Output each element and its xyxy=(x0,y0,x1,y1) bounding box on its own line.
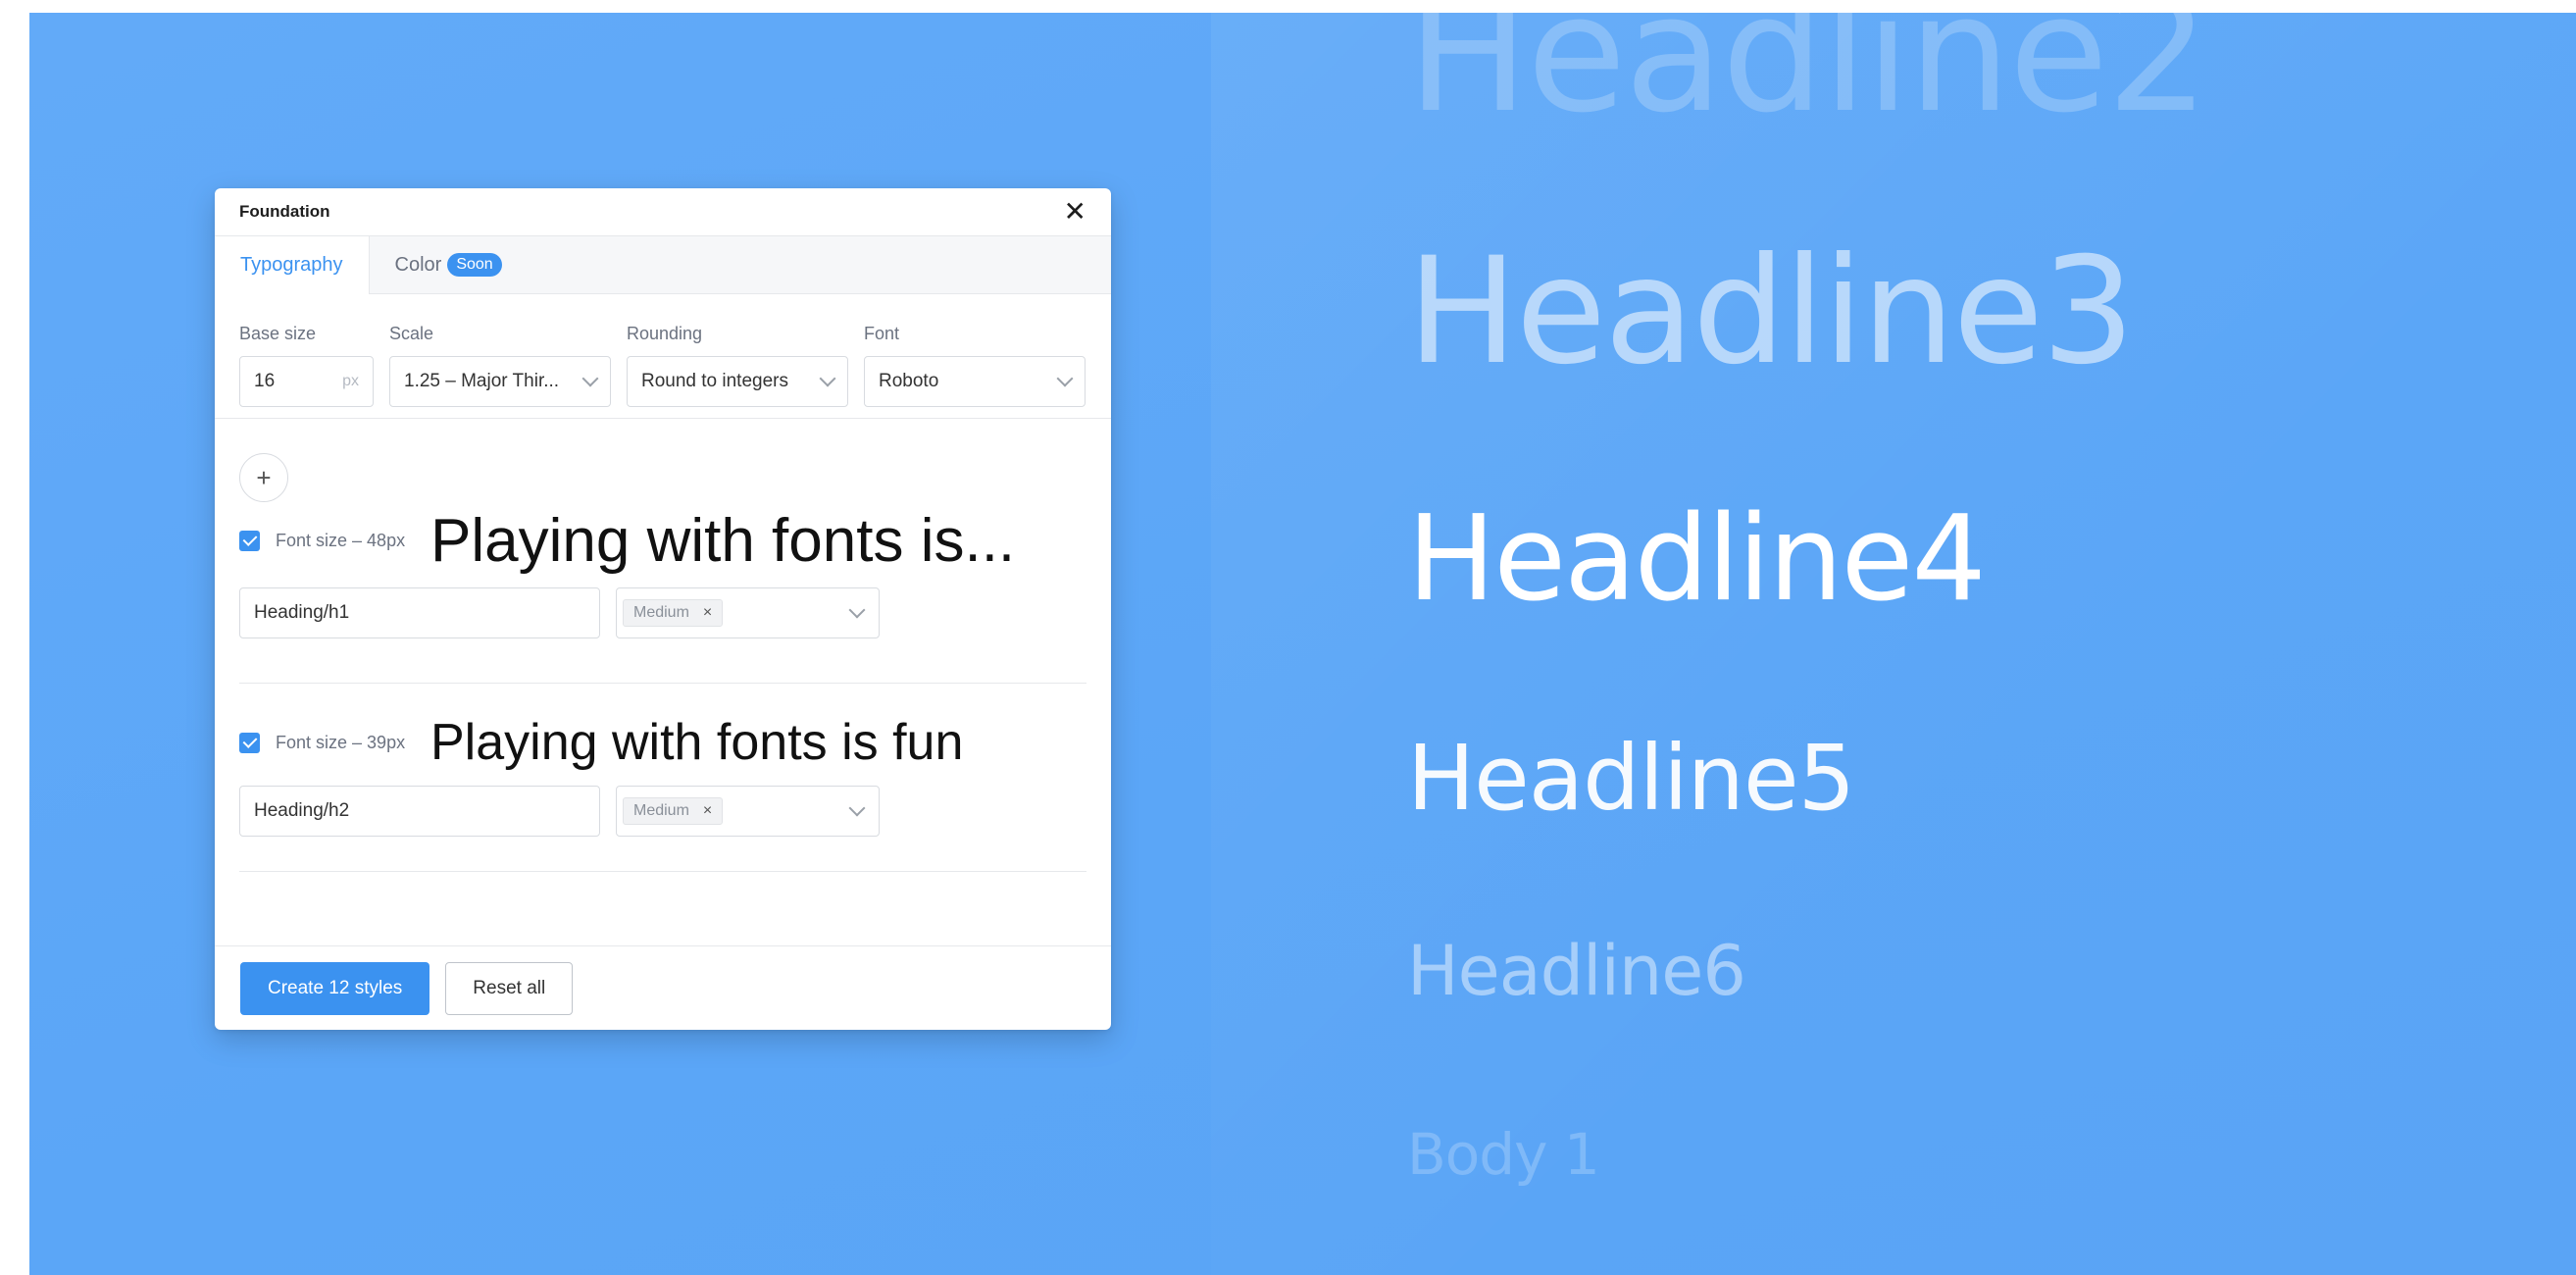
base-size-field: Base size 16 px xyxy=(239,324,374,418)
chevron-down-icon xyxy=(1056,370,1074,387)
foundation-panel: Foundation ✕ Typography Color Soon Base … xyxy=(215,188,1111,1030)
check-icon xyxy=(242,734,257,748)
rounding-label: Rounding xyxy=(627,324,703,343)
chevron-down-icon xyxy=(848,601,866,619)
base-size-unit: px xyxy=(342,373,359,389)
tab-color-label: Color xyxy=(394,253,442,276)
style-row: Font size – 48px Playing with fonts is..… xyxy=(239,505,1086,684)
font-weight-select[interactable]: Medium × xyxy=(616,587,880,638)
soon-badge: Soon xyxy=(447,253,502,277)
chevron-down-icon xyxy=(848,799,866,817)
tab-typography-label: Typography xyxy=(240,254,343,276)
tab-color[interactable]: Color Soon xyxy=(370,236,528,293)
plus-icon: + xyxy=(256,462,272,492)
panel-titlebar: Foundation ✕ xyxy=(215,188,1111,236)
style-row-header: Font size – 39px Playing with fonts is f… xyxy=(239,707,1086,778)
styles-list: + Font size – 48px Playing with fonts is… xyxy=(215,453,1111,872)
font-size-label: Font size – 48px xyxy=(276,530,406,550)
chevron-down-icon xyxy=(581,370,599,387)
create-styles-button[interactable]: Create 12 styles xyxy=(240,961,430,1015)
preview-body1: Body 1 xyxy=(1407,1121,1600,1188)
preview-area xyxy=(1211,13,2576,1275)
reset-all-button[interactable]: Reset all xyxy=(445,961,574,1015)
weight-tag: Medium × xyxy=(623,599,724,627)
scale-select[interactable]: 1.25 – Major Thir... xyxy=(389,356,611,407)
chevron-down-icon xyxy=(819,370,836,387)
style-row-inputs: Medium × xyxy=(239,786,1086,837)
base-size-label: Base size xyxy=(239,324,317,343)
remove-tag-icon[interactable]: × xyxy=(703,802,712,820)
style-name-input[interactable] xyxy=(239,786,600,837)
preview-headline3: Headline3 xyxy=(1407,227,2135,397)
base-size-input[interactable]: 16 px xyxy=(239,356,374,407)
rounding-value: Round to integers xyxy=(641,371,788,391)
tab-bar: Typography Color Soon xyxy=(215,236,1111,294)
weight-tag-label: Medium xyxy=(633,604,689,621)
rounding-select[interactable]: Round to integers xyxy=(627,356,848,407)
weight-tag-label: Medium xyxy=(633,802,689,819)
font-field: Font Roboto xyxy=(864,324,1086,418)
style-row: Font size – 39px Playing with fonts is f… xyxy=(239,707,1086,872)
font-weight-select[interactable]: Medium × xyxy=(616,786,880,837)
style-checkbox[interactable] xyxy=(239,530,260,551)
scale-label: Scale xyxy=(389,324,434,343)
panel-footer: Create 12 styles Reset all xyxy=(215,945,1111,1030)
style-name-input[interactable] xyxy=(239,587,600,638)
font-label: Font xyxy=(864,324,900,343)
preview-headline4: Headline4 xyxy=(1407,491,1987,628)
tab-typography[interactable]: Typography xyxy=(215,236,370,294)
base-size-value: 16 xyxy=(254,371,276,391)
panel-title: Foundation xyxy=(239,202,330,221)
settings-row: Base size 16 px Scale 1.25 – Major Thir.… xyxy=(215,294,1111,419)
add-style-button[interactable]: + xyxy=(239,453,288,502)
remove-tag-icon[interactable]: × xyxy=(703,604,712,622)
style-row-inputs: Medium × xyxy=(239,587,1086,638)
font-size-label: Font size – 39px xyxy=(276,732,406,752)
weight-tag: Medium × xyxy=(623,797,724,825)
font-sample-text: Playing with fonts is fun xyxy=(430,714,964,771)
font-select[interactable]: Roboto xyxy=(864,356,1086,407)
style-checkbox[interactable] xyxy=(239,732,260,753)
check-icon xyxy=(242,532,257,546)
close-icon[interactable]: ✕ xyxy=(1064,198,1086,226)
scale-value: 1.25 – Major Thir... xyxy=(404,371,560,391)
rounding-field: Rounding Round to integers xyxy=(627,324,848,418)
font-sample-text: Playing with fonts is... xyxy=(430,506,1016,575)
preview-headline2: Headline2 xyxy=(1407,13,2209,148)
scale-field: Scale 1.25 – Major Thir... xyxy=(389,324,611,418)
preview-headline6: Headline6 xyxy=(1407,931,1746,1011)
style-row-header: Font size – 48px Playing with fonts is..… xyxy=(239,505,1086,576)
font-value: Roboto xyxy=(879,371,939,391)
preview-headline5: Headline5 xyxy=(1407,726,1855,831)
